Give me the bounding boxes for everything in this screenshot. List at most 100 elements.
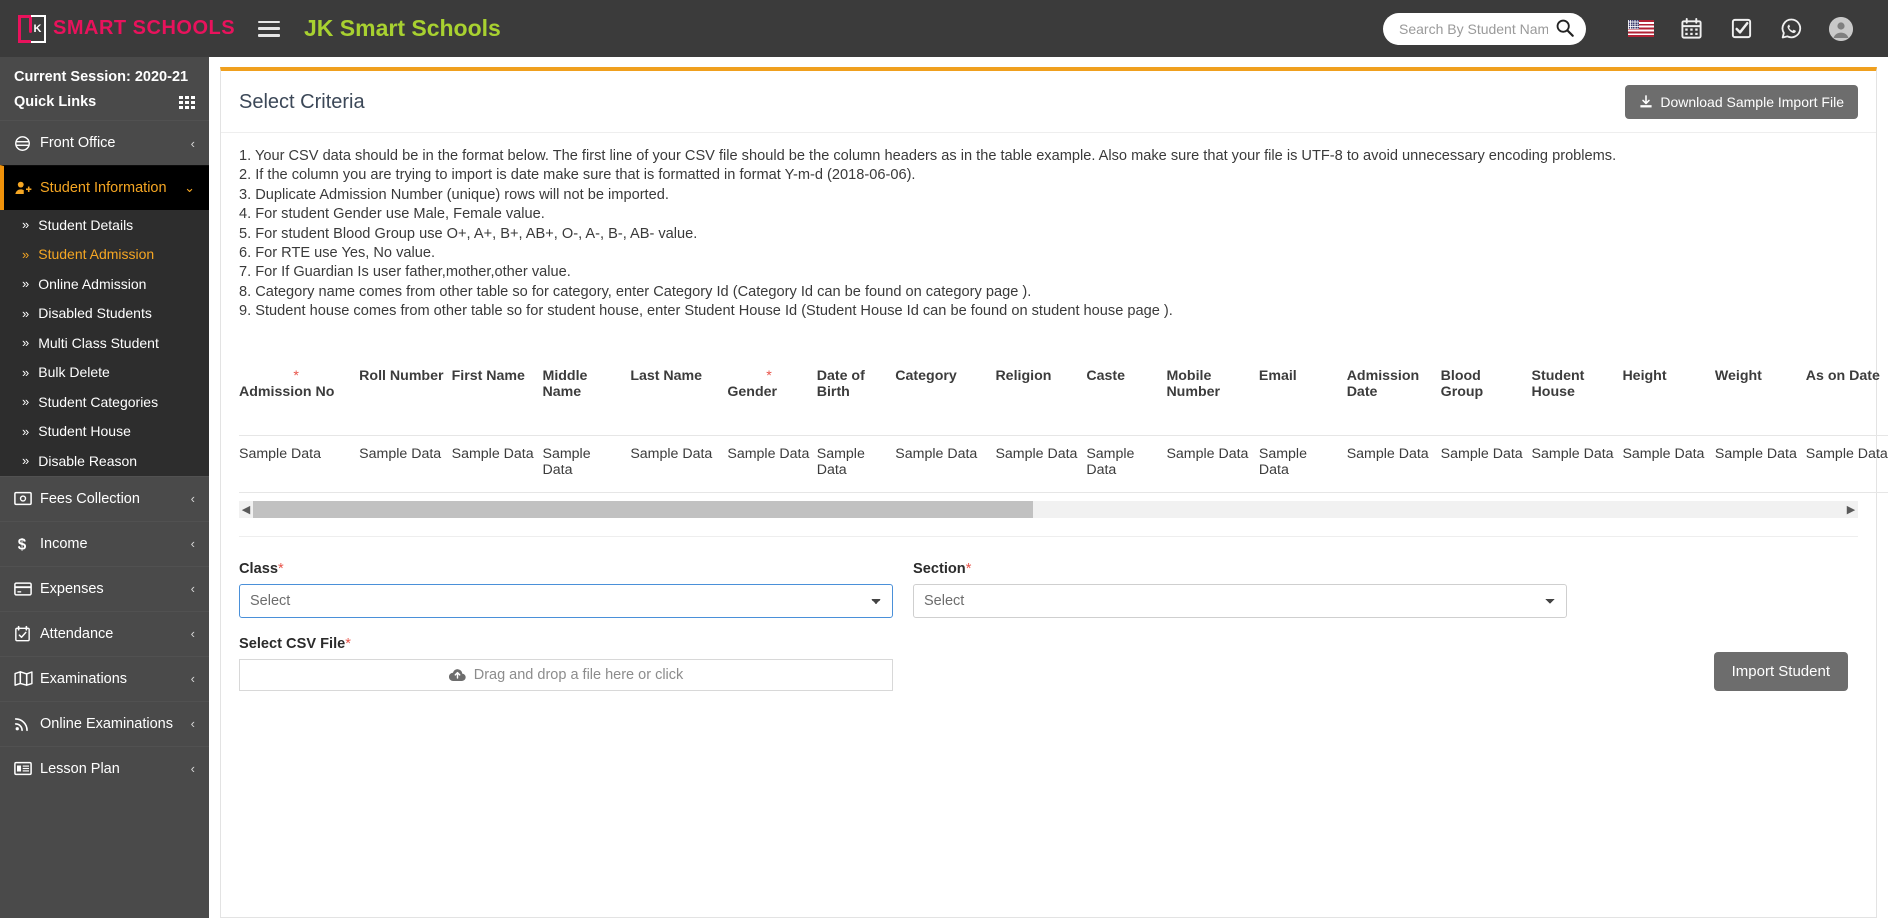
class-section-row: Class* Select Section* Select xyxy=(239,561,1858,618)
instruction-item: 3. Duplicate Admission Number (unique) r… xyxy=(239,186,1858,205)
sidebar-subitem-student-categories[interactable]: » Student Categories xyxy=(0,387,209,417)
scrollbar-thumb[interactable] xyxy=(253,501,1033,518)
double-chevron-icon: » xyxy=(22,335,29,350)
required-asterisk: * xyxy=(727,368,810,384)
section-select[interactable]: Select xyxy=(913,584,1567,618)
sidebar-item-front-office[interactable]: Front Office ‹ xyxy=(0,120,209,165)
sidebar-subitem-disabled-students[interactable]: » Disabled Students xyxy=(0,299,209,329)
user-avatar-icon[interactable] xyxy=(1816,9,1866,49)
table-column-header-label: Mobile Number xyxy=(1166,368,1252,400)
sidebar-subitem-disable-reason[interactable]: » Disable Reason xyxy=(0,446,209,476)
table-column-header: Middle Name xyxy=(543,360,631,436)
scrollbar-track[interactable] xyxy=(253,501,1844,518)
class-select[interactable]: Select xyxy=(239,584,893,618)
table-column-header: Roll Number xyxy=(359,360,451,436)
sidebar-item-fees-collection[interactable]: Fees Collection ‹ xyxy=(0,476,209,521)
instruction-item: 4. For student Gender use Male, Female v… xyxy=(239,205,1858,224)
checkbox-glyph xyxy=(1730,17,1753,40)
grid-icon[interactable] xyxy=(179,96,195,109)
sidebar-subitem-bulk-delete[interactable]: » Bulk Delete xyxy=(0,358,209,388)
sidebar-item-student-information[interactable]: Student Information ⌄ xyxy=(0,165,209,210)
scroll-left-arrow-icon[interactable]: ◀ xyxy=(239,503,253,516)
quick-links-row[interactable]: Quick Links xyxy=(14,94,195,110)
table-header-row: *Admission NoRoll NumberFirst NameMiddle… xyxy=(239,360,1888,436)
table-cell: Sample Data xyxy=(452,436,543,493)
double-chevron-icon: » xyxy=(22,306,29,321)
hamburger-icon[interactable] xyxy=(258,21,280,37)
sidebar-item-label: Lesson Plan xyxy=(40,761,191,777)
table-column-header: Religion xyxy=(995,360,1086,436)
double-chevron-icon: » xyxy=(22,453,29,468)
sidebar-item-label: Expenses xyxy=(40,581,191,597)
table-cell: Sample Data xyxy=(1622,436,1714,493)
table-body: Sample DataSample DataSample DataSample … xyxy=(239,436,1888,493)
double-chevron-icon: » xyxy=(22,394,29,409)
page-title: Select Criteria xyxy=(239,91,365,114)
table-cell: Sample Data xyxy=(1806,436,1888,493)
sidebar-subitem-student-house[interactable]: » Student House xyxy=(0,417,209,447)
sidebar-item-label: Income xyxy=(40,536,191,552)
class-label: Class* xyxy=(239,561,893,577)
table-cell: Sample Data xyxy=(895,436,995,493)
download-button-label: Download Sample Import File xyxy=(1660,94,1844,110)
sidebar-subitem-online-admission[interactable]: » Online Admission xyxy=(0,269,209,299)
sidebar-item-attendance[interactable]: Attendance ‹ xyxy=(0,611,209,656)
search-glyph xyxy=(1555,18,1575,38)
table-column-header-label: First Name xyxy=(452,368,537,384)
smart-schools-logo-icon: K xyxy=(18,15,46,43)
table-column-header: Admission Date xyxy=(1347,360,1441,436)
student-information-submenu: » Student Details » Student Admission » … xyxy=(0,210,209,476)
brand-logo[interactable]: K SMART SCHOOLS xyxy=(0,0,252,57)
expenses-icon xyxy=(14,582,40,596)
search-box[interactable] xyxy=(1383,13,1586,45)
search-icon[interactable] xyxy=(1554,18,1576,40)
sidebar-item-online-examinations[interactable]: Online Examinations ‹ xyxy=(0,701,209,746)
double-chevron-icon: » xyxy=(22,217,29,232)
table-horizontal-scrollbar[interactable]: ◀ ▶ xyxy=(239,501,1858,518)
fees-collection-icon xyxy=(14,491,40,506)
table-cell: Sample Data xyxy=(543,436,631,493)
table-column-header: Student House xyxy=(1532,360,1623,436)
sidebar-item-expenses[interactable]: Expenses ‹ xyxy=(0,566,209,611)
table-row: Sample DataSample DataSample DataSample … xyxy=(239,436,1888,493)
table-head: *Admission NoRoll NumberFirst NameMiddle… xyxy=(239,360,1888,436)
section-field-group: Section* Select xyxy=(913,561,1567,618)
import-student-button[interactable]: Import Student xyxy=(1714,652,1848,691)
sidebar-item-label: Student Information xyxy=(40,180,184,196)
sidebar-subitem-multi-class-student[interactable]: » Multi Class Student xyxy=(0,328,209,358)
examinations-icon xyxy=(14,670,40,687)
sidebar-subitem-student-details[interactable]: » Student Details xyxy=(0,210,209,240)
download-sample-import-file-button[interactable]: Download Sample Import File xyxy=(1625,85,1858,119)
csv-field-group: Select CSV File* Drag and drop a file he… xyxy=(239,636,893,691)
upload-cloud-icon xyxy=(449,668,466,682)
table-cell: Sample Data xyxy=(1532,436,1623,493)
sidebar-item-income[interactable]: $ Income ‹ xyxy=(0,521,209,566)
student-information-icon xyxy=(14,179,40,197)
sidebar-subitem-student-admission[interactable]: » Student Admission xyxy=(0,240,209,270)
us-flag-icon[interactable] xyxy=(1616,9,1666,49)
instruction-item: 2. If the column you are trying to impor… xyxy=(239,166,1858,185)
whatsapp-icon[interactable] xyxy=(1766,9,1816,49)
scroll-right-arrow-icon[interactable]: ▶ xyxy=(1844,503,1858,516)
table-column-header: Height xyxy=(1622,360,1714,436)
csv-dropzone[interactable]: Drag and drop a file here or click xyxy=(239,659,893,691)
table-cell: Sample Data xyxy=(817,436,896,493)
card-header: Select Criteria Download Sample Import F… xyxy=(221,71,1876,133)
sidebar-item-examinations[interactable]: Examinations ‹ xyxy=(0,656,209,701)
chevron-left-icon: ‹ xyxy=(191,761,195,776)
double-chevron-icon: » xyxy=(22,424,29,439)
sidebar-item-lesson-plan[interactable]: Lesson Plan ‹ xyxy=(0,746,209,791)
sidebar-subitem-label: Disabled Students xyxy=(38,305,152,321)
table-column-header: Category xyxy=(895,360,995,436)
table-cell: Sample Data xyxy=(727,436,816,493)
brand-name: SMART SCHOOLS xyxy=(53,17,235,40)
double-chevron-icon: » xyxy=(22,276,29,291)
card-body: 1. Your CSV data should be in the format… xyxy=(221,133,1876,691)
top-navbar: K SMART SCHOOLS JK Smart Schools xyxy=(0,0,1888,57)
csv-label-text: Select CSV File xyxy=(239,636,345,652)
calendar-icon[interactable] xyxy=(1666,9,1716,49)
app-shell: Current Session: 2020-21 Quick Links Fro… xyxy=(0,57,1888,918)
sidebar-item-label: Front Office xyxy=(40,135,191,151)
checkbox-icon[interactable] xyxy=(1716,9,1766,49)
table-cell: Sample Data xyxy=(630,436,727,493)
